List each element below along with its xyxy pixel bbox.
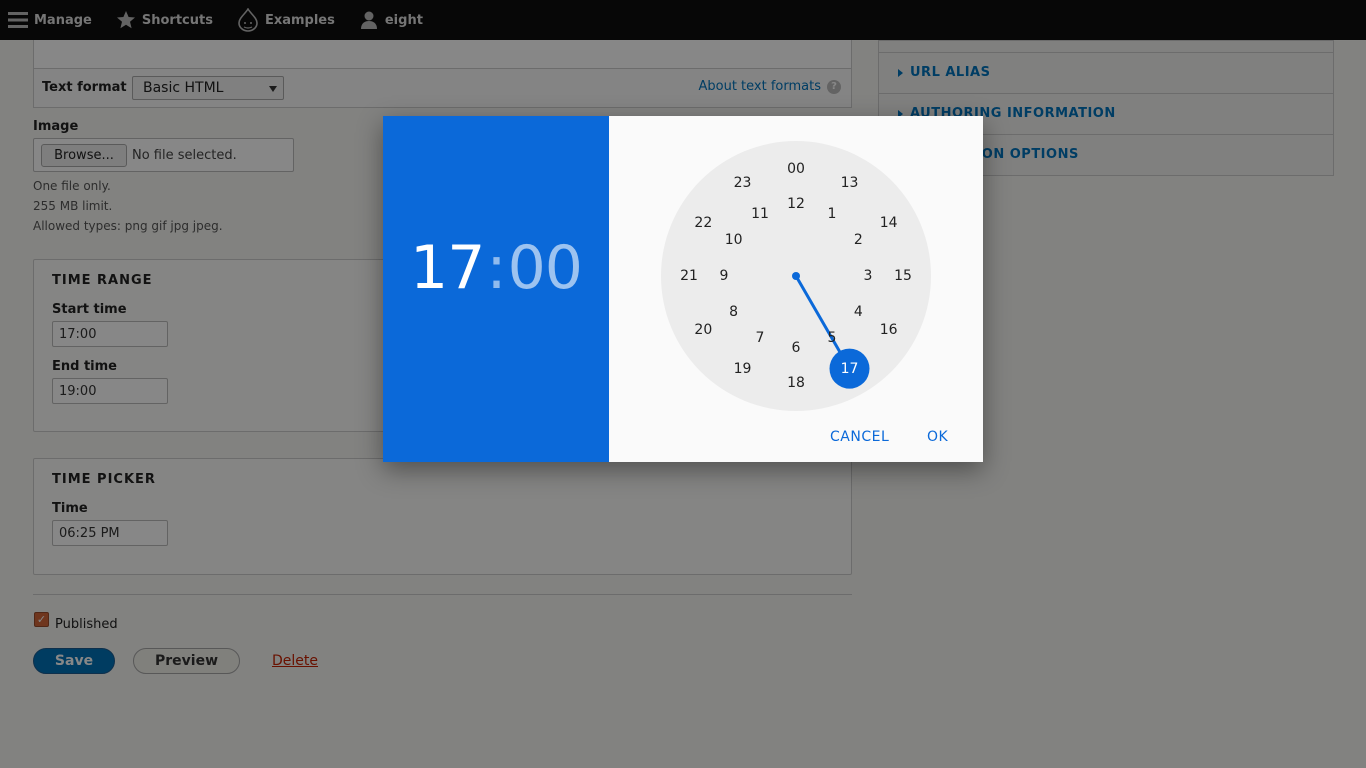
clock-picker-dialog: 17:00 00 13 14 15 16 17 18 19 20 21 22 23 12 1 2 3 4 5 6 7 8…	[383, 116, 983, 462]
clock-hour-inner-1[interactable]: 1	[817, 203, 847, 225]
clock-hour-outer-22[interactable]: 22	[688, 212, 718, 234]
ok-button[interactable]: OK	[927, 429, 948, 445]
clock-hour-outer-00[interactable]: 00	[781, 158, 811, 180]
cancel-button[interactable]: CANCEL	[830, 429, 889, 445]
clock-hour-inner-9[interactable]: 9	[709, 265, 739, 287]
clock-center-dot	[792, 272, 800, 280]
time-separator: :	[486, 233, 506, 303]
minute-display[interactable]: 00	[508, 233, 583, 303]
time-display: 17:00	[383, 233, 609, 303]
clock-hour-inner-12[interactable]: 12	[781, 193, 811, 215]
clock-hour-outer-15[interactable]: 15	[888, 265, 918, 287]
clock-hour-outer-16[interactable]: 16	[874, 319, 904, 341]
clock-hour-outer-20[interactable]: 20	[688, 319, 718, 341]
clock-hour-inner-7[interactable]: 7	[745, 327, 775, 349]
hour-display[interactable]: 17	[410, 233, 485, 303]
clock-hour-outer-14[interactable]: 14	[874, 212, 904, 234]
clock-hour-inner-8[interactable]: 8	[719, 301, 749, 323]
clock-hour-outer-17[interactable]: 17	[835, 358, 865, 380]
clock-hour-inner-6[interactable]: 6	[781, 337, 811, 359]
clock-hour-outer-19[interactable]: 19	[728, 358, 758, 380]
clock-hour-outer-21[interactable]: 21	[674, 265, 704, 287]
clock-hour-inner-11[interactable]: 11	[745, 203, 775, 225]
clock-hour-inner-4[interactable]: 4	[843, 301, 873, 323]
clock-hour-outer-23[interactable]: 23	[728, 172, 758, 194]
clock-hour-outer-18[interactable]: 18	[781, 372, 811, 394]
clock-hour-inner-5[interactable]: 5	[817, 327, 847, 349]
clock-hour-inner-2[interactable]: 2	[843, 229, 873, 251]
clock-hour-outer-13[interactable]: 13	[835, 172, 865, 194]
clock-face[interactable]: 00 13 14 15 16 17 18 19 20 21 22 23 12 1 2 3 4 5 6 7 8 9 10 11	[661, 141, 931, 411]
clock-hour-inner-3[interactable]: 3	[853, 265, 883, 287]
clock-hour-inner-10[interactable]: 10	[719, 229, 749, 251]
time-display-panel: 17:00	[383, 116, 609, 462]
